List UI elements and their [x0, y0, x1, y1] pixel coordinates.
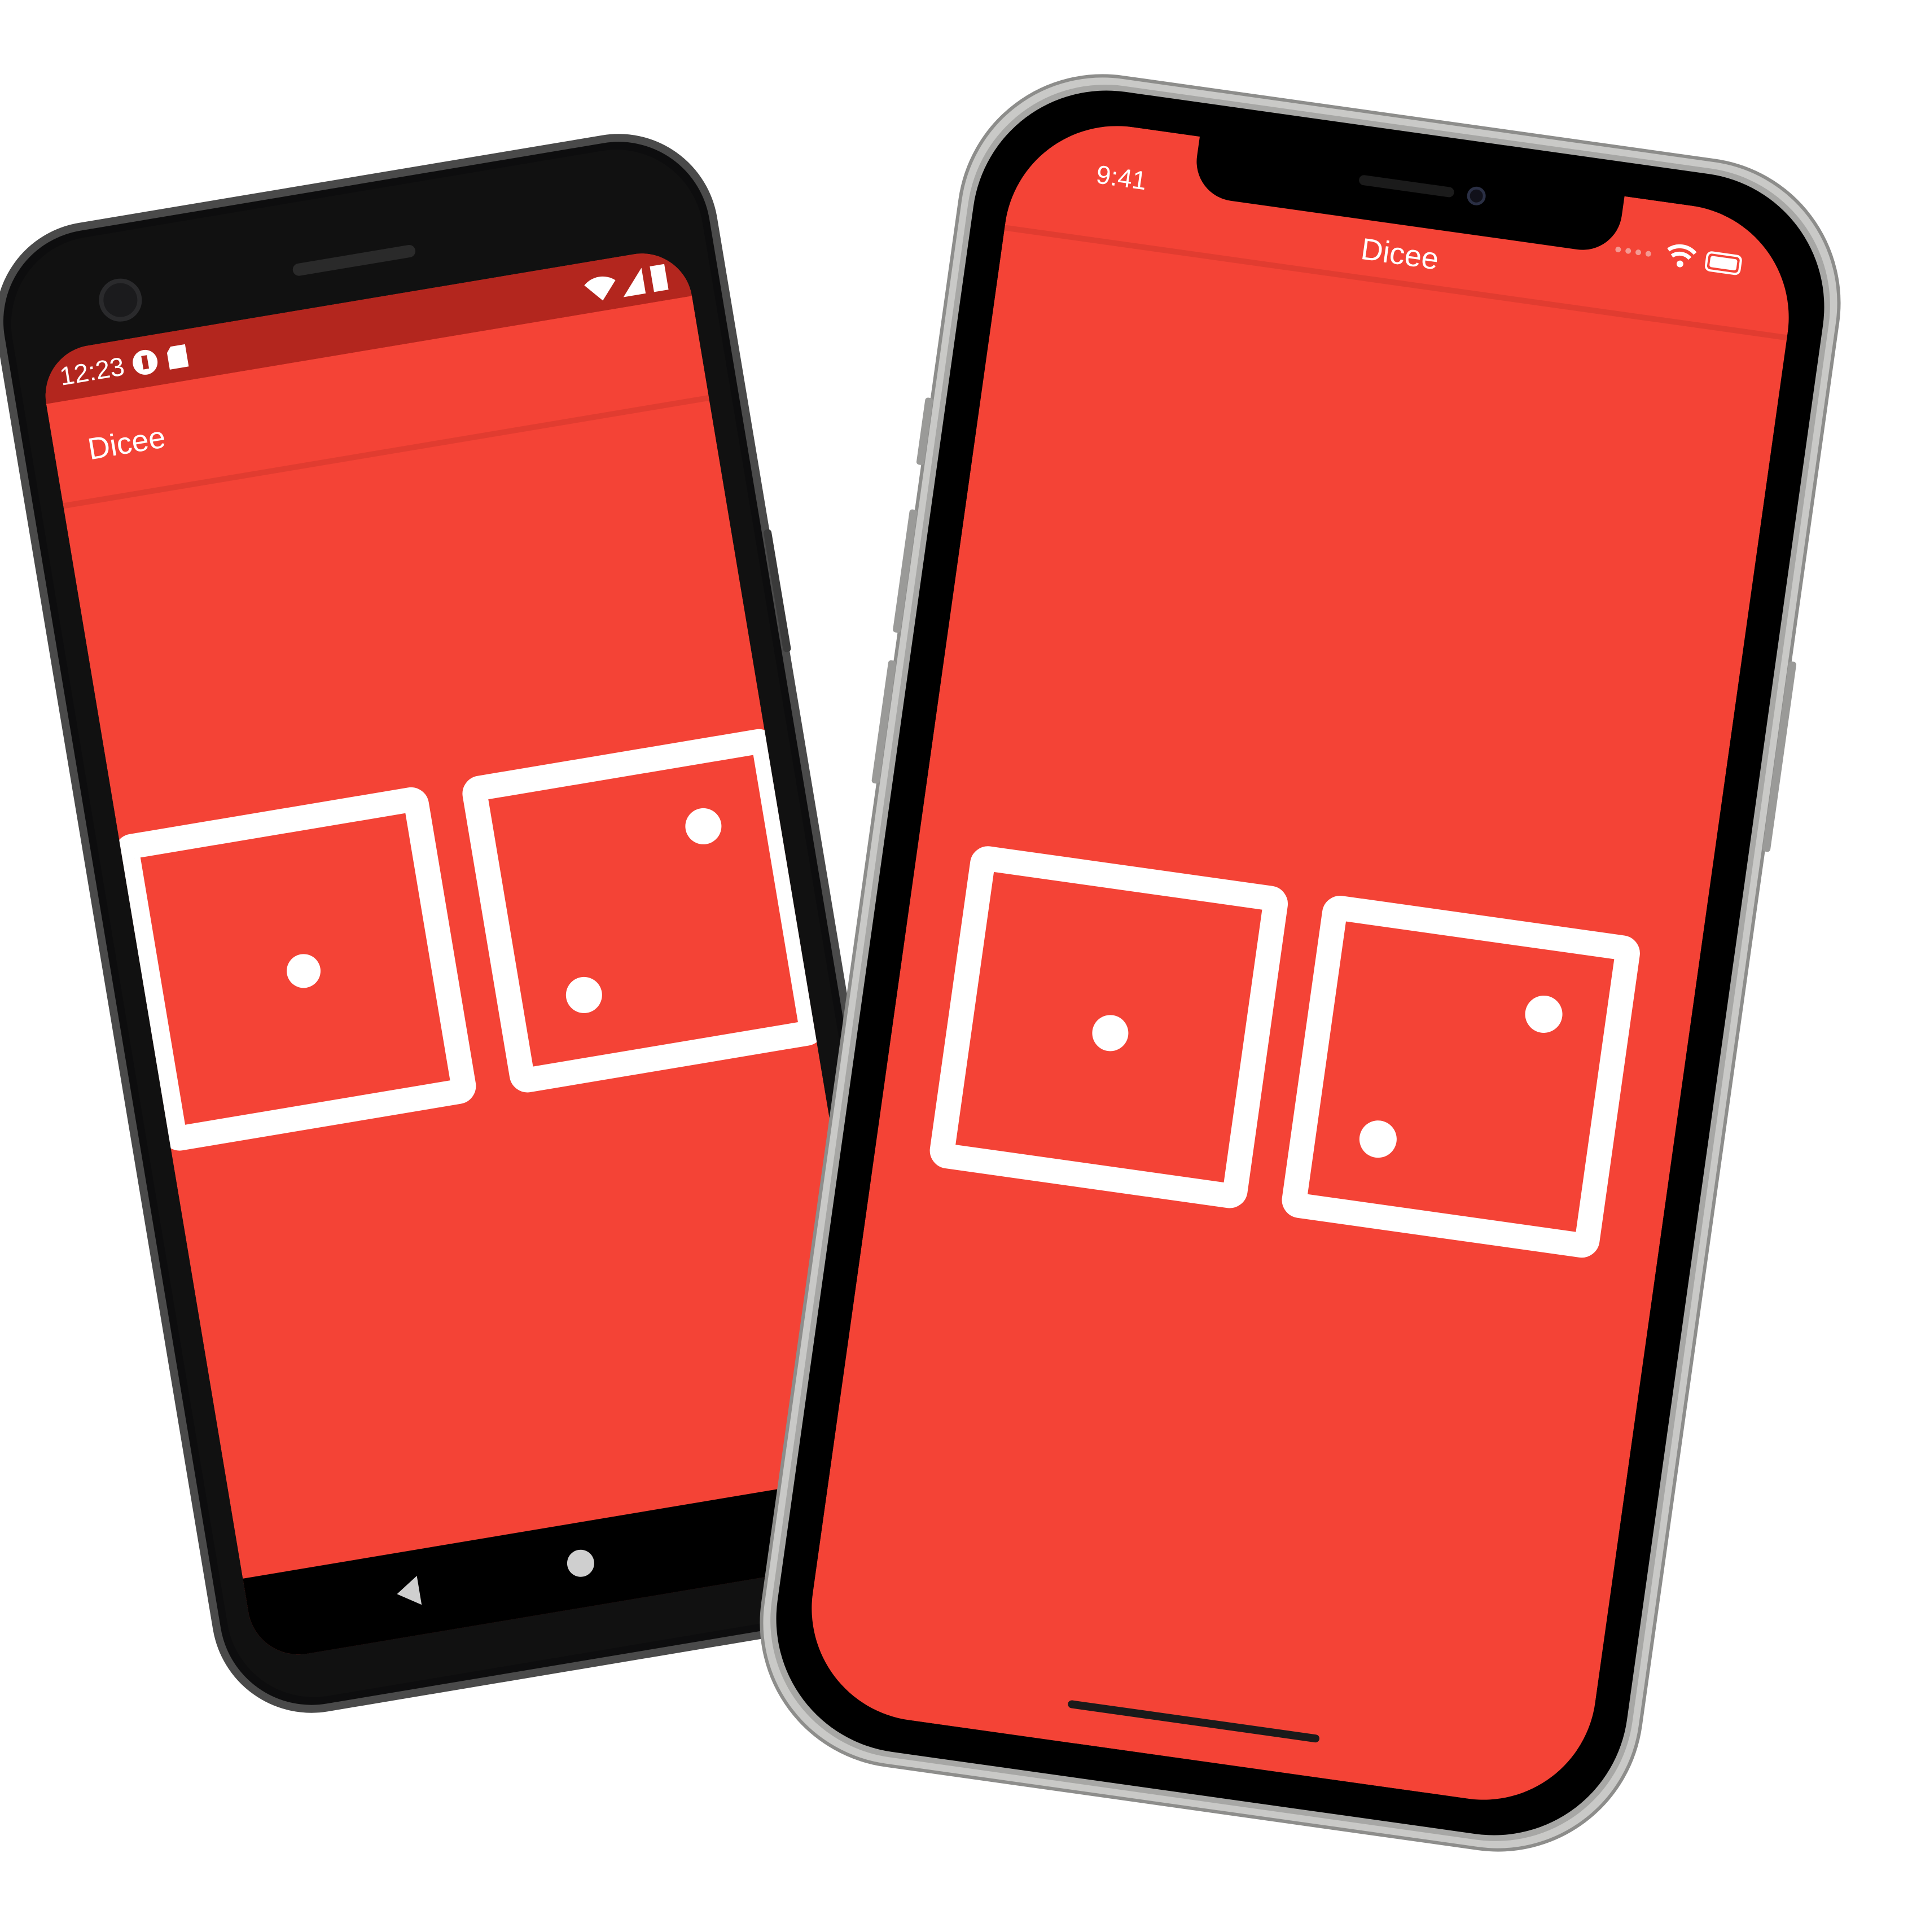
scene: 12:23 Dicee 9:41 Dicee [0, 74, 1841, 1852]
iphone: 9:41 Dicee [760, 74, 1841, 1852]
front-camera-icon [1467, 186, 1486, 205]
